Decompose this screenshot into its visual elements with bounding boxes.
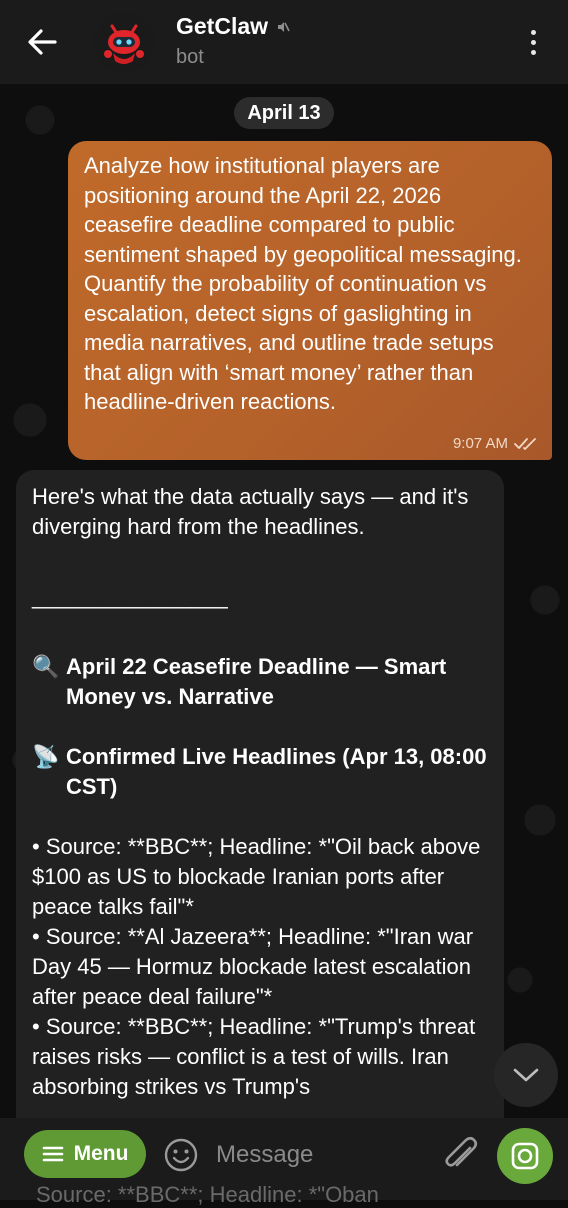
list-item: • Source: **BBC**; Headline: *"Oil back … bbox=[32, 834, 481, 919]
list-item: • Source: **Al Jazeera**; Headline: *"Ir… bbox=[32, 924, 474, 1009]
camera-icon bbox=[511, 1142, 539, 1170]
hamburger-icon bbox=[42, 1146, 63, 1162]
scroll-down-button[interactable] bbox=[494, 1043, 558, 1107]
chat-title[interactable]: GetClaw bbox=[176, 13, 290, 40]
message-input[interactable] bbox=[216, 1136, 426, 1174]
avatar[interactable] bbox=[94, 13, 154, 73]
mute-icon bbox=[278, 21, 290, 32]
outgoing-message-text: Analyze how institutional players are po… bbox=[84, 153, 522, 414]
section-heading-text: April 22 Ceasefire Deadline — Smart Mone… bbox=[66, 654, 447, 709]
bot-menu-button[interactable]: Menu bbox=[24, 1130, 146, 1178]
divider-rule-text: ________________ bbox=[32, 584, 228, 609]
paperclip-icon bbox=[445, 1136, 478, 1167]
menu-button-label: Menu bbox=[73, 1142, 129, 1165]
date-pill: April 13 bbox=[234, 97, 334, 129]
back-button[interactable] bbox=[22, 22, 62, 62]
arrow-left-icon bbox=[28, 29, 57, 55]
section-heading: 📡 Confirmed Live Headlines (Apr 13, 08:0… bbox=[32, 742, 488, 802]
incoming-message-bubble[interactable]: Here's what the data actually says — and… bbox=[16, 470, 504, 1170]
camera-button[interactable] bbox=[497, 1128, 553, 1184]
message-time: 9:07 AM bbox=[452, 435, 508, 452]
emoji-icon bbox=[164, 1138, 198, 1172]
incoming-intro-text: Here's what the data actually says — and… bbox=[32, 484, 469, 539]
double-check-icon bbox=[514, 437, 536, 450]
outgoing-message-bubble[interactable]: Analyze how institutional players are po… bbox=[68, 141, 552, 460]
message-meta: 9:07 AM bbox=[453, 435, 540, 452]
section-heading: 🔍 April 22 Ceasefire Deadline — Smart Mo… bbox=[32, 652, 488, 712]
magnifier-icon: 🔍 bbox=[32, 654, 60, 679]
chat-subtitle: bot bbox=[176, 46, 204, 68]
chat-title-text: GetClaw bbox=[176, 13, 269, 39]
section-heading-text: Confirmed Live Headlines (Apr 13, 08:00 … bbox=[66, 744, 487, 799]
emoji-button[interactable] bbox=[162, 1136, 200, 1174]
list-item: • Source: **BBC**; Headline: *"Trump's t… bbox=[32, 1014, 476, 1099]
attach-button[interactable] bbox=[440, 1134, 480, 1176]
partially-visible-text: Source: **BBC**; Headline: *"Oban bbox=[36, 1182, 379, 1207]
chat-header: GetClaw bot bbox=[0, 0, 568, 84]
chevron-down-icon bbox=[513, 1068, 539, 1082]
more-vertical-icon[interactable] bbox=[518, 24, 548, 60]
robot-avatar-icon bbox=[94, 13, 154, 73]
satellite-antenna-icon: 📡 bbox=[32, 744, 60, 769]
